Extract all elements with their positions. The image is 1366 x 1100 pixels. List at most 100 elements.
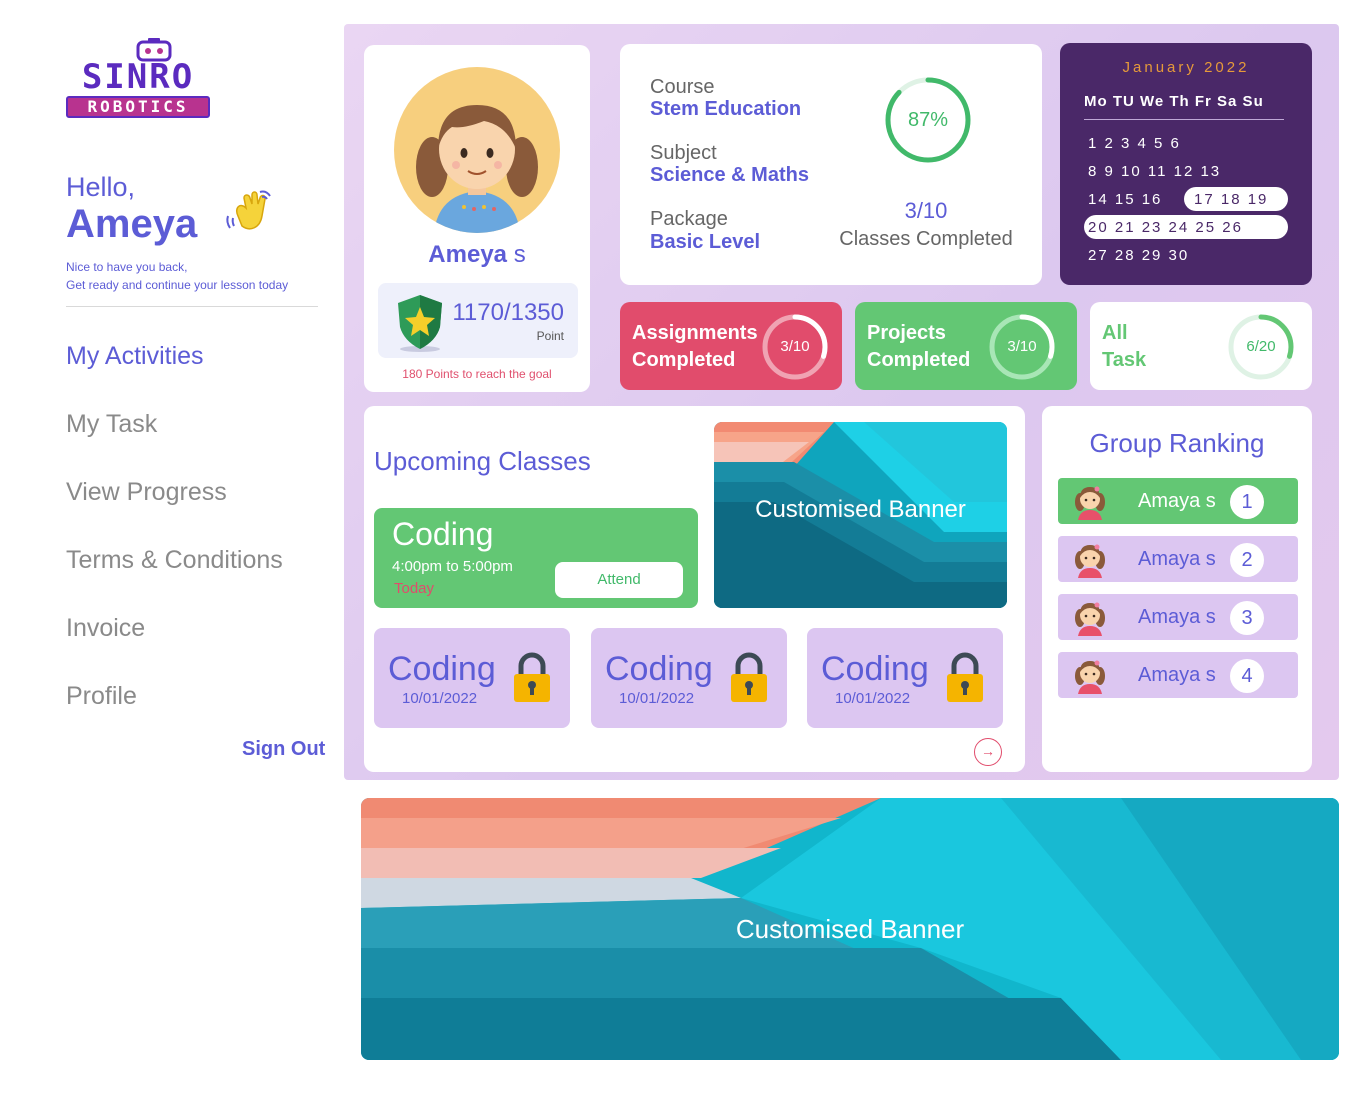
ranking-position: 4 — [1230, 659, 1264, 693]
arrow-right-icon: → — [981, 743, 995, 759]
projects-label: Projects Completed — [867, 320, 970, 374]
welcome-text-line2: Get ready and continue your lesson today — [66, 278, 289, 292]
brand-logo[interactable]: SINRO ROBOTICS — [66, 36, 210, 120]
lock-icon — [731, 652, 767, 702]
welcome-text-line1: Nice to have you back, — [66, 260, 188, 274]
assignments-value: 3/10 — [780, 338, 810, 355]
projects-label-line2: Completed — [867, 349, 971, 371]
banner-small-text: Customised Banner — [755, 496, 966, 523]
nav-my-activities[interactable]: My Activities — [66, 342, 204, 371]
classes-completed-label: Classes Completed — [839, 228, 1013, 250]
nav-my-task[interactable]: My Task — [66, 410, 157, 439]
next-class-card: Coding 4:00pm to 5:00pm Today Attend — [374, 508, 698, 608]
locked-class-date: 10/01/2022 — [835, 690, 911, 707]
ranking-name: Amaya s — [1138, 664, 1216, 686]
calendar-title: January 2022 — [1060, 59, 1312, 76]
ranking-row[interactable]: Amaya s 4 — [1058, 652, 1298, 698]
attend-button[interactable]: Attend — [555, 562, 683, 598]
calendar-month: January — [1122, 59, 1197, 76]
group-ranking-card: Group Ranking Amaya s 1 Amaya s 2 Amaya … — [1042, 406, 1312, 772]
locked-class-title: Coding — [605, 650, 713, 688]
greeting-name: Ameya — [66, 202, 198, 246]
calendar-week-row[interactable]: 8 9 10 11 12 13 — [1088, 163, 1221, 180]
calendar-weekdays: Mo TU We Th Fr Sa Su — [1084, 93, 1264, 110]
upcoming-classes-card: Upcoming Classes Coding 4:00pm to 5:00pm… — [364, 406, 1025, 772]
profile-name: Ameya s — [364, 241, 590, 269]
course-value: Stem Education — [650, 98, 802, 120]
ranking-position: 1 — [1230, 485, 1264, 519]
ranking-row[interactable]: Amaya s 2 — [1058, 536, 1298, 582]
subject-label: Subject — [650, 142, 717, 164]
calendar-year: 2022 — [1204, 59, 1250, 76]
next-arrow-button[interactable]: → — [974, 738, 1002, 766]
greeting-hello: Hello, — [66, 172, 136, 202]
assignments-label-line2: Completed — [632, 349, 736, 371]
locked-class-date: 10/01/2022 — [619, 690, 695, 707]
nav-invoice[interactable]: Invoice — [66, 614, 145, 643]
brand-name: SINRO — [81, 57, 195, 97]
nav-view-progress[interactable]: View Progress — [66, 478, 227, 507]
ranking-row[interactable]: Amaya s 3 — [1058, 594, 1298, 640]
customised-banner-large[interactable]: Customised Banner — [361, 798, 1339, 1060]
locked-class-card[interactable]: Coding 10/01/2022 — [807, 628, 1003, 728]
calendar-week-row[interactable]: 27 28 29 30 — [1088, 247, 1189, 264]
ranking-name: Amaya s — [1138, 490, 1216, 512]
group-ranking-title: Group Ranking — [1089, 428, 1265, 458]
ranking-position: 2 — [1230, 543, 1264, 577]
all-task-label-line2: Task — [1102, 349, 1147, 371]
upcoming-classes-title: Upcoming Classes — [374, 446, 591, 476]
calendar-widget[interactable]: January 2022 Mo TU We Th Fr Sa Su 1 2 3 … — [1060, 43, 1312, 285]
points-value: 1170/1350 — [452, 299, 564, 326]
locked-class-date: 10/01/2022 — [402, 690, 478, 707]
brand-subtitle: ROBOTICS — [66, 96, 210, 118]
next-class-day: Today — [394, 580, 435, 597]
avatar — [394, 67, 560, 233]
projects-completed-tile[interactable]: Projects Completed 3/10 — [855, 302, 1077, 390]
calendar-week-row-selected[interactable]: 17 18 19 — [1194, 191, 1268, 208]
ranking-name: Amaya s — [1138, 606, 1216, 628]
avatar — [1075, 602, 1105, 636]
assignments-completed-tile[interactable]: Assignments Completed 3/10 — [620, 302, 842, 390]
profile-card: Ameya s 1170/1350 Point 180 Points to re… — [364, 45, 590, 392]
projects-label-line1: Projects — [867, 322, 946, 344]
next-class-title: Coding — [392, 516, 494, 552]
calendar-week-row-selected[interactable]: 20 21 23 24 25 26 — [1088, 219, 1243, 236]
locked-class-card[interactable]: Coding 10/01/2022 — [374, 628, 570, 728]
profile-last-initial: s — [513, 241, 526, 268]
waving-hand-icon — [226, 190, 271, 230]
sidebar-divider — [66, 306, 318, 307]
profile-first-name: Ameya — [428, 241, 508, 268]
ranking-row[interactable]: Amaya s 1 — [1058, 478, 1298, 524]
all-task-value: 6/20 — [1246, 338, 1276, 355]
avatar — [1075, 486, 1105, 520]
calendar-week-row[interactable]: 14 15 16 — [1088, 191, 1162, 208]
ranking-name: Amaya s — [1138, 548, 1216, 570]
points-label: Point — [536, 329, 564, 343]
sign-out-link[interactable]: Sign Out — [242, 738, 325, 761]
all-task-tile[interactable]: All Task 6/20 — [1090, 302, 1312, 390]
projects-value: 3/10 — [1007, 338, 1037, 355]
course-progress-text: 87% — [907, 109, 949, 131]
nav-terms-conditions[interactable]: Terms & Conditions — [66, 546, 283, 575]
assignments-label-line1: Assignments — [632, 322, 758, 344]
banner-large-text: Customised Banner — [735, 914, 965, 944]
course-label: Course — [650, 76, 715, 98]
all-task-label: All Task — [1102, 320, 1146, 374]
locked-class-title: Coding — [388, 650, 496, 688]
nav-profile[interactable]: Profile — [66, 682, 137, 711]
classes-completed-fraction: 3/10 — [904, 198, 948, 223]
subject-value: Science & Maths — [650, 164, 809, 186]
avatar — [1075, 544, 1105, 578]
lock-icon — [514, 652, 550, 702]
all-task-label-line1: All — [1102, 322, 1128, 344]
locked-class-title: Coding — [821, 650, 929, 688]
assignments-label: Assignments Completed — [632, 320, 758, 374]
calendar-divider — [1084, 119, 1284, 120]
points-box: 1170/1350 Point — [378, 283, 578, 358]
calendar-week-row[interactable]: 1 2 3 4 5 6 — [1088, 135, 1181, 152]
points-goal-text: 180 Points to reach the goal — [402, 367, 552, 381]
ranking-position: 3 — [1230, 601, 1264, 635]
locked-class-card[interactable]: Coding 10/01/2022 — [591, 628, 787, 728]
next-class-time: 4:00pm to 5:00pm — [392, 558, 513, 575]
customised-banner-small[interactable]: Customised Banner — [714, 422, 1007, 608]
